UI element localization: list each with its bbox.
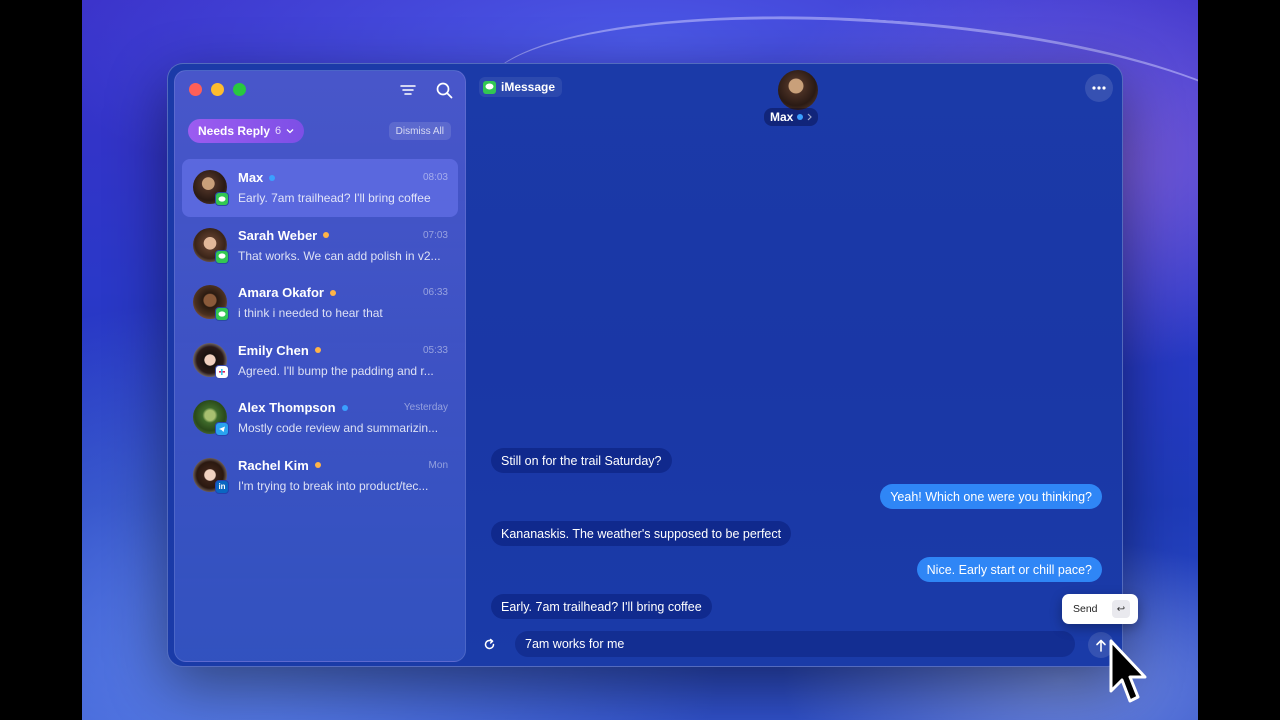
needs-reply-filter[interactable]: Needs Reply 6 <box>188 119 305 143</box>
contact-name-button[interactable]: Max <box>764 108 819 126</box>
message-incoming: Early. 7am trailhead? I'll bring coffee <box>491 594 712 619</box>
conversation-name: Max <box>238 170 264 185</box>
chevron-right-icon <box>807 113 813 121</box>
refresh-icon[interactable] <box>481 636 497 652</box>
close-window-button[interactable] <box>189 83 202 96</box>
conversation-name-row: Emily Chen <box>238 343 321 358</box>
conversation-time: 08:03 <box>422 172 448 183</box>
conversation-item-amara-okafor[interactable]: Amara Okafor 06:33 i think i needed to h… <box>182 274 458 332</box>
conversation-list: Max 08:03 Early. 7am trailhead? I'll bri… <box>182 159 458 504</box>
filter-row: Needs Reply 6 Dismiss All <box>188 119 455 143</box>
contact-avatar[interactable] <box>778 70 818 110</box>
conversation-time: 07:03 <box>422 229 448 241</box>
sidebar: Needs Reply 6 Dismiss All Max 08:03 Earl… <box>174 70 466 662</box>
filter-icon[interactable] <box>397 79 419 101</box>
unread-dot <box>329 289 336 296</box>
zoom-window-button[interactable] <box>233 83 246 96</box>
unread-dot <box>269 174 276 181</box>
sidebar-toolbar <box>397 79 455 101</box>
chevron-down-icon <box>286 129 294 134</box>
message-outgoing: Yeah! Which one were you thinking? <box>880 484 1102 509</box>
conversation-name: Emily Chen <box>238 342 309 358</box>
arrow-up-icon <box>1096 639 1106 652</box>
conversation-name: Alex Thompson <box>238 400 336 415</box>
unread-dot <box>314 347 321 353</box>
send-tooltip: Send ↩ <box>1062 594 1138 624</box>
conversation-name: Sarah Weber <box>238 227 318 243</box>
conversation-preview: Agreed. I'll bump the padding and r... <box>238 363 434 378</box>
unread-dot <box>314 462 321 468</box>
conversation-item-max[interactable]: Max 08:03 Early. 7am trailhead? I'll bri… <box>182 159 458 217</box>
return-key-icon: ↩ <box>1112 600 1130 618</box>
ellipsis-icon <box>1092 86 1106 90</box>
imessage-icon <box>215 249 229 264</box>
message-incoming: Kananaskis. The weather's supposed to be… <box>491 521 792 546</box>
conversation-preview: I'm trying to break into product/tec... <box>238 478 429 493</box>
conversation-item-emily-chen[interactable]: Emily Chen 05:33 Agreed. I'll bump the p… <box>182 332 458 390</box>
search-icon[interactable] <box>433 79 455 101</box>
conversation-name-row: Amara Okafor <box>238 285 336 300</box>
conversation-time: 05:33 <box>422 344 448 356</box>
conversation-preview: That works. We can add polish in v2... <box>238 248 441 263</box>
conversation-name-row: Rachel Kim <box>238 458 321 473</box>
conversation-name-row: Alex Thompson <box>238 400 348 415</box>
message-incoming: Still on for the trail Saturday? <box>491 448 672 473</box>
slack-icon <box>215 364 229 379</box>
telegram-icon <box>215 422 229 436</box>
more-options-button[interactable] <box>1085 74 1113 102</box>
conversation-name-row: Max <box>238 170 276 185</box>
imessage-icon <box>483 80 496 94</box>
conversation-time: Yesterday <box>403 402 448 413</box>
conversation-name-row: Sarah Weber <box>238 227 330 243</box>
message-outgoing: Nice. Early start or chill pace? <box>916 557 1102 582</box>
unread-dot <box>797 114 804 120</box>
conversation-item-alex-thompson[interactable]: Alex Thompson Yesterday Mostly code revi… <box>182 389 458 447</box>
linkedin-icon: in <box>215 479 229 494</box>
conversation-name: Rachel Kim <box>238 457 309 473</box>
conversation-name: Amara Okafor <box>238 285 324 300</box>
desktop-wallpaper: Needs Reply 6 Dismiss All Max 08:03 Earl… <box>82 0 1198 720</box>
message-input[interactable] <box>515 631 1075 657</box>
send-tooltip-label: Send <box>1073 603 1098 615</box>
dismiss-all-button[interactable]: Dismiss All <box>388 122 451 140</box>
conversation-preview: Early. 7am trailhead? I'll bring coffee <box>238 191 431 205</box>
minimize-window-button[interactable] <box>211 83 224 96</box>
messages-window: Needs Reply 6 Dismiss All Max 08:03 Earl… <box>167 63 1123 667</box>
imessage-icon <box>215 192 229 206</box>
needs-reply-count: 6 <box>275 125 282 137</box>
mouse-cursor-icon <box>1109 639 1147 703</box>
service-indicator[interactable]: iMessage <box>479 77 563 97</box>
service-label: iMessage <box>501 80 556 94</box>
conversation-item-sarah-weber[interactable]: Sarah Weber 07:03 That works. We can add… <box>182 217 458 275</box>
window-controls <box>189 83 246 96</box>
conversation-time: 06:33 <box>422 287 448 298</box>
unread-dot <box>341 404 348 411</box>
conversation-time: Mon <box>428 459 448 471</box>
needs-reply-label: Needs Reply <box>198 124 271 138</box>
conversation-item-rachel-kim[interactable]: in Rachel Kim Mon I'm trying to break in… <box>182 447 458 505</box>
imessage-icon <box>215 307 229 321</box>
unread-dot <box>323 232 330 238</box>
contact-name: Max <box>770 110 794 124</box>
conversation-preview: Mostly code review and summarizin... <box>238 421 439 435</box>
conversation-preview: i think i needed to hear that <box>238 306 383 320</box>
composer <box>475 630 1077 658</box>
